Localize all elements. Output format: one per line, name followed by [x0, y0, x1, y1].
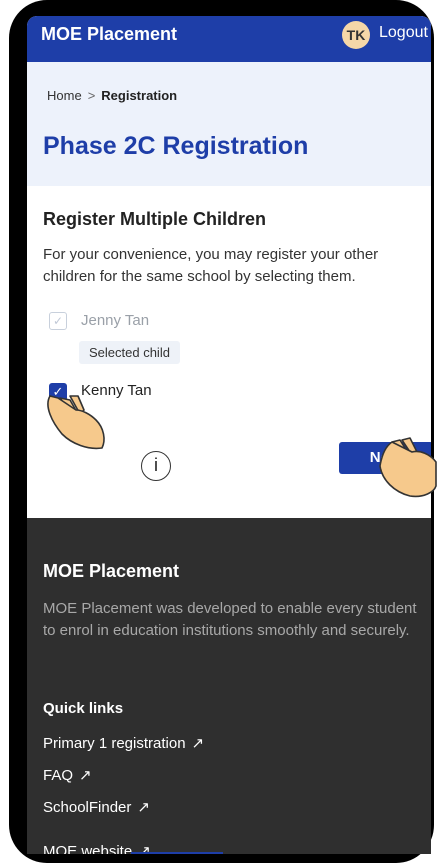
footer-description: MOE Placement was developed to enable ev…	[43, 600, 417, 639]
external-link-icon: ↗	[79, 767, 92, 784]
hand-pointer-icon	[47, 395, 105, 450]
avatar[interactable]: TK	[342, 21, 370, 49]
app-header: MOE Placement TK Logout	[27, 16, 431, 62]
info-marker: i	[141, 451, 171, 481]
link-primary-1-registration[interactable]: Primary 1 registration ↗	[43, 734, 204, 752]
logout-button[interactable]: Logout	[379, 24, 428, 42]
scroll-indicator	[131, 852, 223, 854]
selected-child-badge: Selected child	[79, 341, 180, 364]
external-link-icon: ↗	[191, 735, 205, 752]
breadcrumb: Home > Registration	[47, 88, 177, 103]
link-faq[interactable]: FAQ ↗	[43, 766, 92, 784]
breadcrumb-separator: >	[87, 88, 96, 103]
hand-pointer-icon	[379, 437, 437, 498]
footer: MOE Placement MOE Placement was develope…	[27, 518, 431, 854]
breadcrumb-home-link[interactable]: Home	[47, 88, 82, 103]
hero-section	[27, 62, 431, 186]
child-name-jenny-tan: Jenny Tan	[81, 312, 150, 329]
app-title[interactable]: MOE Placement	[41, 24, 177, 45]
link-schoolfinder[interactable]: SchoolFinder ↗	[43, 798, 150, 816]
check-icon: ✓	[52, 314, 64, 328]
external-link-icon: ↗	[137, 799, 150, 816]
checkbox-jenny-tan: ✓	[49, 312, 67, 330]
footer-title: MOE Placement	[43, 561, 180, 581]
section-description: For your convenience, you may register y…	[43, 246, 379, 285]
page-title: Phase 2C Registration	[43, 132, 309, 160]
section-title: Register Multiple Children	[43, 209, 267, 229]
quick-links-title: Quick links	[43, 700, 124, 717]
breadcrumb-current: Registration	[101, 88, 178, 103]
